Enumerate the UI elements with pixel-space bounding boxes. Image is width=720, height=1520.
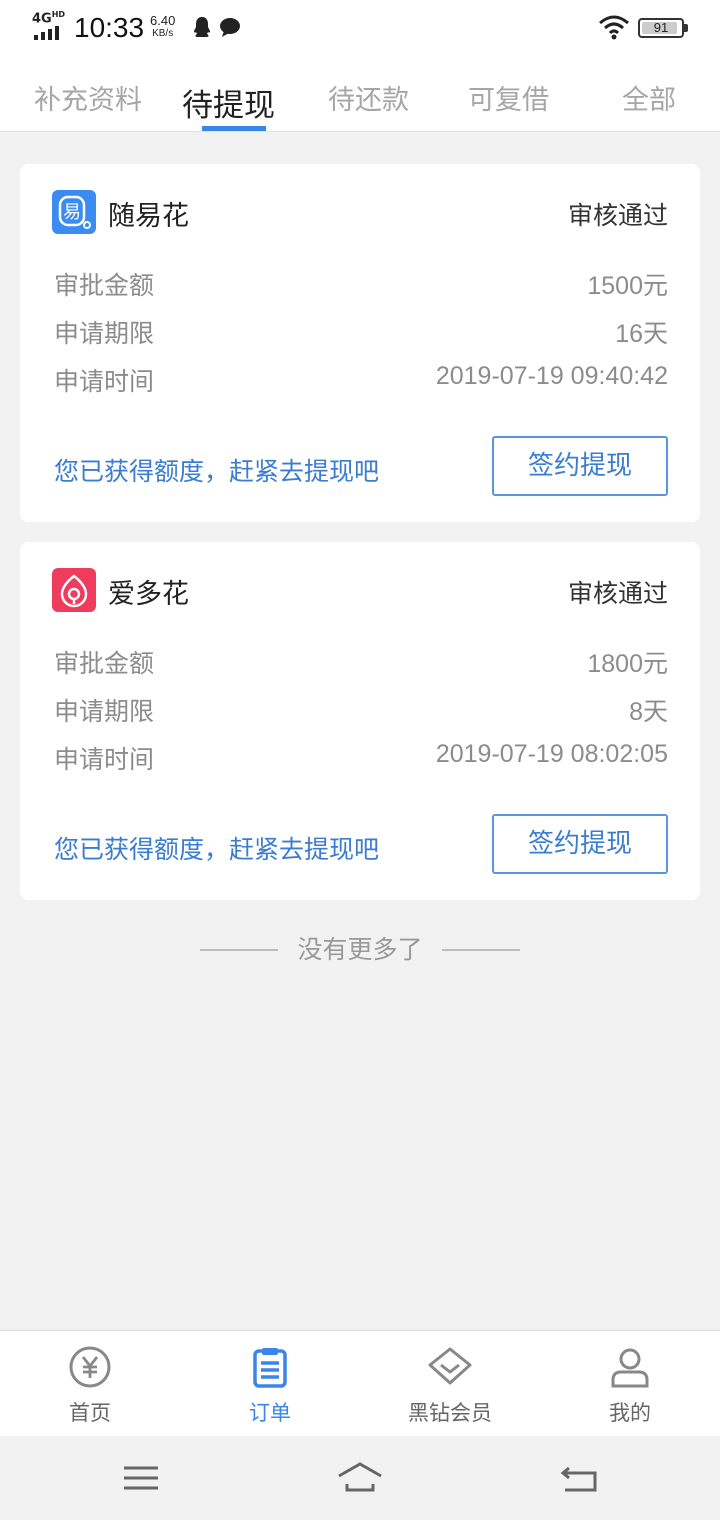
nav-home-label: 首页 — [69, 1401, 111, 1425]
sign-withdraw-button[interactable]: 签约提现 — [492, 814, 668, 874]
network-type: 4GHD — [32, 10, 66, 27]
tab-all[interactable]: 全部 — [622, 78, 676, 117]
network-speed: 6.40 KB/s — [150, 13, 176, 39]
sign-withdraw-button[interactable]: 签约提现 — [492, 436, 668, 496]
clipboard-icon — [253, 1348, 287, 1388]
nav-orders-label: 订单 — [249, 1401, 291, 1425]
ai-duo-hua-logo-icon — [52, 568, 96, 612]
approved-amount-value: 1500元 — [587, 272, 668, 300]
apply-time-label: 申请时间 — [54, 745, 155, 774]
nav-home[interactable]: 首页 — [0, 1331, 180, 1437]
loan-term-label: 申请期限 — [54, 697, 155, 726]
tab-pending-repayment[interactable]: 待还款 — [328, 78, 409, 117]
back-icon[interactable] — [555, 1456, 605, 1500]
review-status: 审核通过 — [567, 201, 668, 230]
nav-mine[interactable]: 我的 — [540, 1331, 720, 1437]
order-tabs: 补充资料 待提现 待还款 可复借 全部 — [0, 58, 720, 132]
status-bar: 4GHD 10:33 6.40 KB/s 91 — [0, 0, 720, 58]
nav-mine-label: 我的 — [609, 1401, 651, 1425]
sui-yi-hua-logo-icon: 易 — [52, 190, 96, 234]
tab-reborrow[interactable]: 可复借 — [468, 78, 549, 117]
battery-icon: 91 — [638, 18, 688, 38]
diamond-icon — [428, 1347, 472, 1385]
clock: 10:33 — [74, 12, 145, 43]
approved-amount-value: 1800元 — [587, 650, 668, 678]
qq-icon — [194, 17, 210, 37]
nav-black-diamond[interactable]: 黑钻会员 — [360, 1331, 540, 1437]
tab-pending-withdrawal[interactable]: 待提现 — [182, 80, 275, 125]
bottom-nav: 首页 订单 黑钻会员 我的 — [0, 1330, 720, 1436]
product-name: 爱多花 — [108, 579, 189, 610]
yen-circle-icon — [69, 1346, 111, 1388]
loan-card: 易 随易花 审核通过 审批金额 1500元 申请期限 16天 申请时间 2019… — [20, 164, 700, 522]
loan-card: 爱多花 审核通过 审批金额 1800元 申请期限 8天 申请时间 2019-07… — [20, 542, 700, 900]
person-icon — [611, 1348, 649, 1388]
nav-black-diamond-label: 黑钻会员 — [408, 1401, 492, 1425]
tab-supplement-info[interactable]: 补充资料 — [34, 78, 142, 117]
review-status: 审核通过 — [567, 579, 668, 608]
nav-orders[interactable]: 订单 — [180, 1331, 360, 1437]
loan-term-value: 16天 — [615, 320, 668, 348]
no-more-text: 没有更多了 — [297, 935, 423, 964]
approved-amount-label: 审批金额 — [54, 649, 155, 678]
menu-icon[interactable] — [116, 1456, 166, 1500]
apply-time-value: 2019-07-19 08:02:05 — [435, 740, 668, 768]
divider-right — [442, 949, 520, 951]
apply-time-label: 申请时间 — [54, 367, 155, 396]
withdraw-prompt: 您已获得额度，赶紧去提现吧 — [54, 835, 380, 864]
loan-term-value: 8天 — [629, 698, 668, 726]
svg-text:易: 易 — [63, 202, 81, 223]
system-nav-bar — [0, 1436, 720, 1520]
apply-time-value: 2019-07-19 09:40:42 — [435, 362, 668, 390]
product-name: 随易花 — [108, 201, 189, 232]
withdraw-prompt: 您已获得额度，赶紧去提现吧 — [54, 457, 380, 486]
wifi-icon — [599, 15, 629, 40]
tab-active-indicator — [202, 126, 266, 131]
message-icon — [220, 18, 240, 37]
signal-icon — [34, 26, 66, 40]
approved-amount-label: 审批金额 — [54, 271, 155, 300]
home-icon[interactable] — [335, 1456, 385, 1500]
loan-term-label: 申请期限 — [54, 319, 155, 348]
